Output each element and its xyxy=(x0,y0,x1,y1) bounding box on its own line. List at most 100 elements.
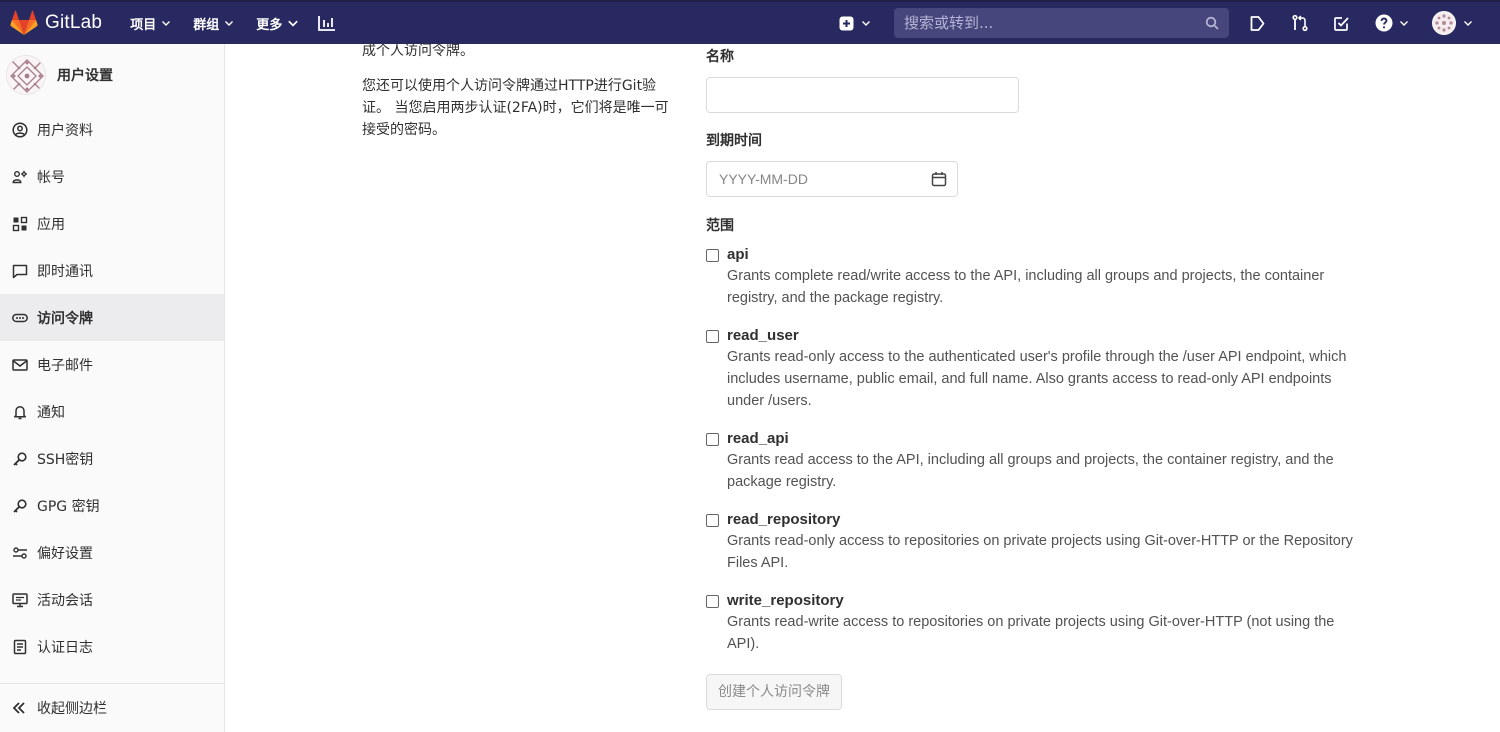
nav-projects-label: 项目 xyxy=(130,16,157,32)
scope-description: Grants read-only access to repositories … xyxy=(727,533,1353,571)
sidebar-item-label: 认证日志 xyxy=(37,639,93,656)
scope-name: write_repository xyxy=(727,592,844,609)
sidebar-item-label: 即时通讯 xyxy=(37,263,93,280)
sidebar-item-notifications[interactable]: 通知 xyxy=(0,388,224,435)
expires-at-input[interactable] xyxy=(719,171,931,187)
sidebar-item-label: 帐号 xyxy=(37,169,65,186)
chevron-down-icon xyxy=(225,21,234,26)
top-navbar: GitLab 项目 群组 更多 xyxy=(0,0,1500,44)
token-form: 名称 到期时间 范围 api Grants complete read/writ… xyxy=(706,46,1366,710)
scope-read-user: read_user Grants read-only access to the… xyxy=(706,326,1366,412)
avatar xyxy=(1432,11,1456,35)
mail-icon xyxy=(11,357,29,373)
sidebar-item-label: 通知 xyxy=(37,404,65,421)
sidebar-item-label: SSH密钥 xyxy=(37,451,94,468)
brand-name: GitLab xyxy=(45,12,103,33)
new-dropdown-button[interactable] xyxy=(839,16,872,31)
nav-groups[interactable]: 群组 xyxy=(193,14,234,33)
key-icon xyxy=(11,498,29,514)
key-icon xyxy=(11,451,29,467)
activity-chart-icon[interactable] xyxy=(317,14,337,32)
description-paragraph: 您还可以使用个人访问令牌通过HTTP进行Git验证。 当您启用两步认证(2FA)… xyxy=(362,78,669,138)
scopes-label: 范围 xyxy=(706,218,734,234)
search-box[interactable] xyxy=(894,8,1229,38)
sidebar-item-access-tokens[interactable]: 访问令牌 xyxy=(0,294,224,341)
token-name-input[interactable] xyxy=(706,77,1019,113)
applications-icon xyxy=(11,216,29,232)
scope-description: Grants read-write access to repositories… xyxy=(727,614,1335,652)
monitor-icon xyxy=(11,592,29,608)
chevron-down-icon xyxy=(288,20,299,27)
chevron-down-icon xyxy=(862,21,870,26)
help-icon xyxy=(1375,14,1393,32)
sidebar-item-label: 用户资料 xyxy=(37,122,93,139)
chevron-down-icon xyxy=(1464,21,1472,26)
scope-read-api-checkbox[interactable] xyxy=(706,433,719,446)
scope-description: Grants read-only access to the authentic… xyxy=(727,349,1347,409)
scope-read-api: read_api Grants read access to the API, … xyxy=(706,429,1366,493)
scope-name: read_repository xyxy=(727,511,841,528)
nav-right xyxy=(839,2,1500,44)
scope-description: Grants complete read/write access to the… xyxy=(727,268,1325,306)
sidebar-item-label: 电子邮件 xyxy=(37,357,93,374)
sidebar-item-ssh-keys[interactable]: SSH密钥 xyxy=(0,435,224,482)
description-cut-line: 成个人访问令牌。 xyxy=(362,43,474,59)
profile-icon xyxy=(11,121,29,138)
settings-sidebar: 用户设置 用户资料 帐号 应用 即时通讯 访问令牌 电子邮件 通知 SSH密钥 … xyxy=(0,44,225,732)
scope-api: api Grants complete read/write access to… xyxy=(706,245,1366,309)
chevron-down-icon xyxy=(162,21,171,26)
scope-name: api xyxy=(727,246,749,263)
gitlab-logo[interactable]: GitLab xyxy=(10,1,102,45)
issues-icon[interactable] xyxy=(1333,14,1351,32)
nav-projects[interactable]: 项目 xyxy=(130,14,171,33)
scope-name: read_user xyxy=(727,327,799,344)
name-label: 名称 xyxy=(706,49,734,65)
calendar-icon[interactable] xyxy=(931,171,947,187)
sidebar-item-gpg-keys[interactable]: GPG 密钥 xyxy=(0,482,224,529)
sidebar-item-active-sessions[interactable]: 活动会话 xyxy=(0,576,224,623)
nav-groups-label: 群组 xyxy=(193,16,220,32)
scope-write-repository: write_repository Grants read-write acces… xyxy=(706,591,1366,655)
scope-api-checkbox[interactable] xyxy=(706,249,719,262)
sidebar-item-label: 活动会话 xyxy=(37,592,93,609)
todo-icon[interactable] xyxy=(1249,14,1267,32)
tokens-description: 成个人访问令牌。 您还可以使用个人访问令牌通过HTTP进行Git验证。 当您启用… xyxy=(362,40,674,154)
sidebar-item-applications[interactable]: 应用 xyxy=(0,200,224,247)
notification-icon xyxy=(11,404,29,420)
sidebar-item-emails[interactable]: 电子邮件 xyxy=(0,341,224,388)
scope-write-repository-checkbox[interactable] xyxy=(706,595,719,608)
scope-description: Grants read access to the API, including… xyxy=(727,452,1334,490)
preferences-icon xyxy=(11,545,29,561)
token-icon xyxy=(11,310,29,326)
collapse-sidebar-label: 收起侧边栏 xyxy=(37,701,107,717)
sidebar-item-label: GPG 密钥 xyxy=(37,498,100,515)
expires-at-field[interactable] xyxy=(706,161,958,197)
nav-more-label: 更多 xyxy=(256,16,283,32)
log-icon xyxy=(11,639,29,655)
gitlab-tanuki-icon xyxy=(10,10,38,35)
nav-more[interactable]: 更多 xyxy=(256,14,299,33)
sidebar-item-profile[interactable]: 用户资料 xyxy=(0,106,224,153)
search-input[interactable] xyxy=(904,14,1205,32)
collapse-sidebar-button[interactable]: 收起侧边栏 xyxy=(0,683,224,732)
account-icon xyxy=(11,169,29,185)
sidebar-item-preferences[interactable]: 偏好设置 xyxy=(0,529,224,576)
sidebar-item-account[interactable]: 帐号 xyxy=(0,153,224,200)
scope-read-repository-checkbox[interactable] xyxy=(706,514,719,527)
create-token-button[interactable]: 创建个人访问令牌 xyxy=(706,674,842,710)
search-icon xyxy=(1205,16,1219,30)
scope-read-repository: read_repository Grants read-only access … xyxy=(706,510,1366,574)
sidebar-item-chat[interactable]: 即时通讯 xyxy=(0,247,224,294)
nav-menu: 项目 群组 更多 xyxy=(130,14,337,33)
sidebar-item-auth-log[interactable]: 认证日志 xyxy=(0,623,224,670)
double-chevron-left-icon xyxy=(11,700,29,716)
chevron-down-icon xyxy=(1400,21,1408,26)
avatar xyxy=(6,55,46,95)
merge-request-icon[interactable] xyxy=(1291,14,1309,32)
scope-read-user-checkbox[interactable] xyxy=(706,330,719,343)
sidebar-header[interactable]: 用户设置 xyxy=(0,44,224,106)
user-menu[interactable] xyxy=(1432,11,1474,35)
sidebar-item-label: 访问令牌 xyxy=(37,310,93,327)
sidebar-item-label: 应用 xyxy=(37,216,65,233)
help-dropdown[interactable] xyxy=(1375,14,1410,32)
